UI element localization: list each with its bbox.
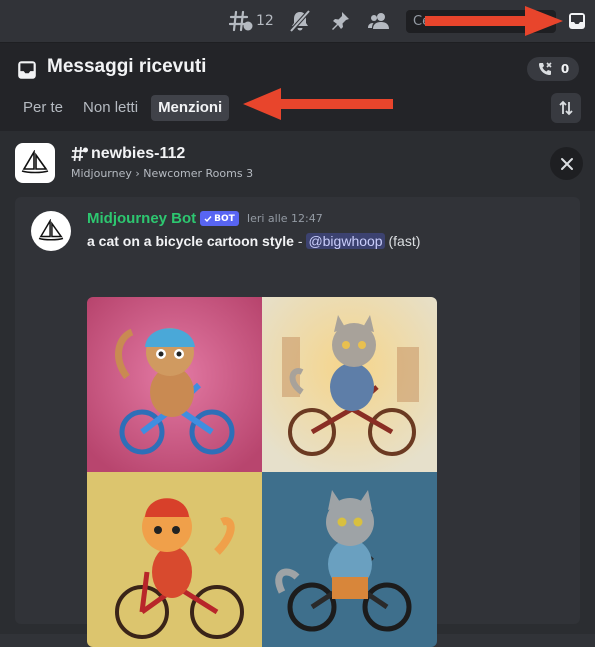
phone-mention-icon xyxy=(538,62,552,75)
notifications-button[interactable] xyxy=(289,10,311,32)
cat-bicycle-image-3[interactable] xyxy=(87,472,262,647)
prompt-text: a cat on a bicycle cartoon style xyxy=(87,233,294,249)
tab-menzioni[interactable]: Menzioni xyxy=(151,95,230,121)
midjourney-sailboat-icon xyxy=(38,219,64,241)
members-button[interactable] xyxy=(367,10,391,32)
sort-button[interactable] xyxy=(551,93,581,123)
cat-bicycle-image-1[interactable] xyxy=(87,297,262,472)
mention-count-button[interactable]: 0 xyxy=(527,57,579,81)
bot-badge: BOT xyxy=(200,211,239,226)
author-name[interactable]: Midjourney Bot xyxy=(87,210,196,227)
notifications-muted-icon xyxy=(289,10,311,32)
search-placeholder: Ce xyxy=(413,14,431,29)
close-icon xyxy=(560,157,573,170)
message-card[interactable]: Midjourney Bot BOT Ieri alle 12:47 a cat… xyxy=(15,197,580,647)
prompt-separator: - xyxy=(293,233,307,249)
speed-suffix: (fast) xyxy=(384,233,421,249)
channel-toolbar: 12 Ce xyxy=(0,0,595,42)
inbox-header-icon xyxy=(16,59,38,85)
channel-name-text: newbies-112 xyxy=(91,145,186,162)
inbox-button[interactable] xyxy=(566,10,588,32)
thread-count: 12 xyxy=(256,13,274,29)
thread-channel-icon xyxy=(71,146,88,162)
sort-icon xyxy=(559,100,573,116)
threads-icon xyxy=(229,10,253,32)
verified-check-icon xyxy=(204,215,212,222)
bot-tag-label: BOT xyxy=(214,213,235,224)
tab-per-te[interactable]: Per te xyxy=(16,95,70,121)
channel-path: Midjourney › Newcomer Rooms 3 xyxy=(71,167,254,180)
server-icon[interactable] xyxy=(15,143,55,183)
dismiss-button[interactable] xyxy=(550,147,583,180)
midjourney-sailboat-icon xyxy=(21,150,49,174)
search-input[interactable]: Ce xyxy=(406,10,556,33)
user-mention[interactable]: @bigwhoop xyxy=(306,233,385,249)
message-header: Midjourney Bot BOT Ieri alle 12:47 xyxy=(87,210,323,227)
inbox-title: Messaggi ricevuti xyxy=(47,56,207,77)
message-content: a cat on a bicycle cartoon style - @bigw… xyxy=(87,233,420,249)
threads-button[interactable]: 12 xyxy=(229,10,274,32)
image-grid[interactable] xyxy=(87,297,437,647)
pinned-button[interactable] xyxy=(329,10,351,32)
timestamp: Ieri alle 12:47 xyxy=(246,212,323,225)
inbox-panel: Messaggi ricevuti 0 Per te Non letti Men… xyxy=(0,42,595,647)
cat-bicycle-image-2[interactable] xyxy=(262,297,437,472)
channel-name[interactable]: newbies-112 xyxy=(71,145,185,163)
inbox-tabs: Per te Non letti Menzioni xyxy=(16,95,230,121)
mention-count: 0 xyxy=(560,62,570,76)
inbox-header: Messaggi ricevuti 0 Per te Non letti Men… xyxy=(0,43,595,131)
inbox-icon xyxy=(569,13,585,29)
tab-non-letti[interactable]: Non letti xyxy=(76,95,145,121)
avatar[interactable] xyxy=(31,211,71,251)
pin-icon xyxy=(332,12,349,30)
members-icon xyxy=(368,13,389,29)
cat-bicycle-image-4[interactable] xyxy=(262,472,437,647)
